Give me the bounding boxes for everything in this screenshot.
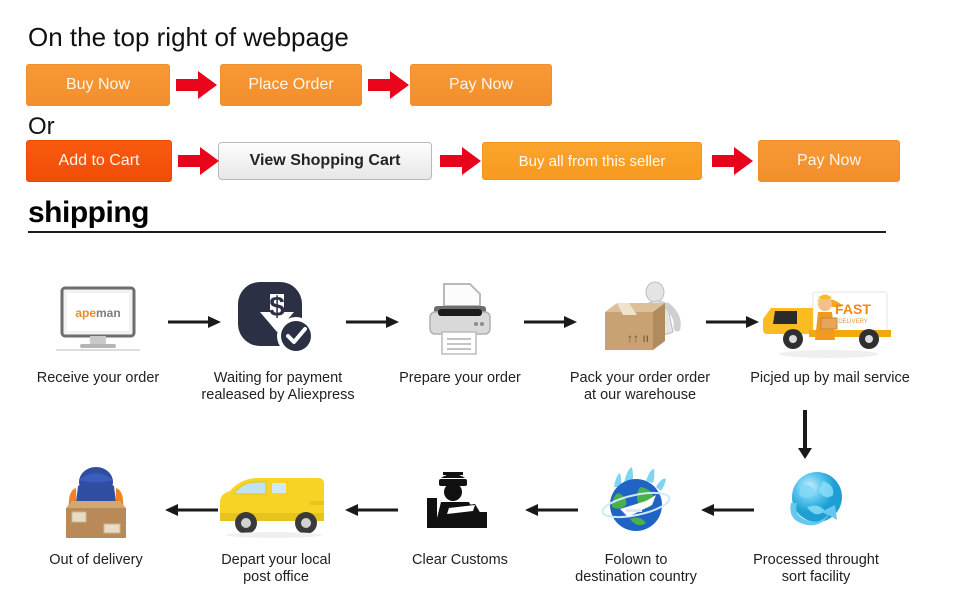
right-arrow-icon — [176, 70, 218, 100]
svg-text:apeman: apeman — [75, 306, 120, 320]
pay-now-button-cart[interactable]: Pay Now — [758, 140, 900, 182]
flow-step-label: Pack your order order at our warehouse — [569, 370, 711, 403]
customs-officer-icon — [378, 460, 542, 546]
flow-step-label: Waiting for payment realeased by Aliexpr… — [201, 370, 355, 403]
flow-step-waiting-payment: $ Waiting for payment realeased by Aliex… — [196, 278, 360, 404]
delivery-truck-fast-icon: FAST DELIVERY — [730, 278, 930, 364]
view-shopping-cart-button[interactable]: View Shopping Cart — [218, 142, 432, 180]
flow-step-picked-up: FAST DELIVERY Picjed up by mail service — [730, 278, 930, 387]
down-arrow-icon — [792, 410, 820, 460]
flow-step-depart-post-office: Depart your local post office — [194, 460, 358, 586]
page-title-top: On the top right of webpage — [28, 22, 349, 52]
printer-icon — [378, 278, 542, 364]
right-arrow-icon — [178, 146, 220, 176]
truck-fast-text: FAST — [835, 301, 871, 317]
right-arrow-icon — [440, 146, 482, 176]
flow-step-label: Processed throught sort facility — [753, 552, 879, 585]
globe-airplane-icon — [554, 460, 718, 546]
monitor-icon: apeman — [16, 278, 180, 364]
delivery-man-box-icon — [14, 460, 178, 546]
svg-text:DELIVERY: DELIVERY — [838, 319, 868, 325]
flow-step-clear-customs: Clear Customs — [378, 460, 542, 569]
flow-step-label: Picjed up by mail service — [750, 370, 910, 386]
flow-step-out-of-delivery: Out of delivery — [14, 460, 178, 569]
flow-step-receive-order: apeman Receive your order — [16, 278, 180, 387]
section-divider — [28, 231, 886, 233]
flow-step-label: Depart your local post office — [221, 552, 331, 585]
flow-step-sort-facility: Processed throught sort facility — [730, 460, 902, 586]
right-arrow-icon — [368, 70, 410, 100]
payment-dollar-check-icon: $ — [196, 278, 360, 364]
shipping-section-title: shipping — [28, 196, 149, 229]
flow-step-label: Folown to destination country — [575, 552, 697, 585]
flow-step-label: Clear Customs — [412, 552, 508, 568]
flow-step-label: Prepare your order — [399, 370, 521, 386]
svg-text:↑↑ ıı: ↑↑ ıı — [627, 331, 649, 345]
flow-step-pack-order: ↑↑ ıı Pack your order order at our wareh… — [558, 278, 722, 404]
pay-now-button-top[interactable]: Pay Now — [410, 64, 552, 106]
right-arrow-icon — [712, 146, 754, 176]
buy-all-from-seller-button[interactable]: Buy all from this seller — [482, 142, 702, 180]
or-label: Or — [28, 113, 55, 140]
globe-sort-facility-icon — [730, 460, 902, 546]
add-to-cart-button[interactable]: Add to Cart — [26, 140, 172, 182]
flow-step-flown-destination: Folown to destination country — [554, 460, 718, 586]
yellow-van-icon — [194, 460, 358, 546]
flow-step-prepare-order: Prepare your order — [378, 278, 542, 387]
buy-now-button[interactable]: Buy Now — [26, 64, 170, 106]
svg-text:$: $ — [269, 291, 285, 322]
flow-step-label: Receive your order — [36, 370, 160, 386]
place-order-button[interactable]: Place Order — [220, 64, 362, 106]
package-worker-icon: ↑↑ ıı — [558, 278, 722, 364]
flow-step-label: Out of delivery — [49, 552, 143, 568]
